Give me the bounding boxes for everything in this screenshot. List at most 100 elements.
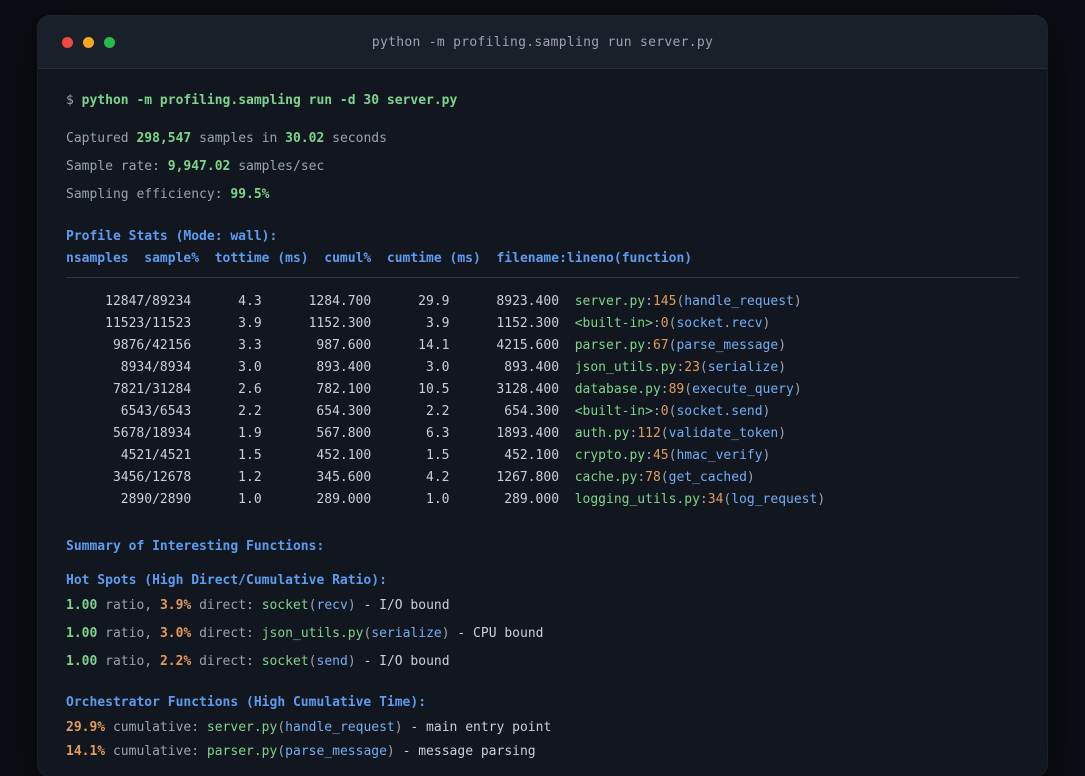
ratio-label: ratio, bbox=[97, 598, 160, 613]
open-paren: ( bbox=[277, 744, 286, 759]
colon: : bbox=[652, 316, 661, 331]
tottime-cell: 1152.300 bbox=[308, 316, 372, 331]
tottime-cell: 567.800 bbox=[316, 426, 372, 441]
direct-label: direct: bbox=[191, 626, 262, 641]
location-cell: json_utils.py:23(serialize) bbox=[575, 357, 1019, 379]
table-row: 8934/8934 3.0 893.400 3.0 893.400 json_utils.… bbox=[66, 357, 1019, 379]
table-columns-header: nsamples sample% tottime (ms) cumul% cum… bbox=[66, 251, 693, 266]
table-row: 4521/4521 1.5 452.100 1.5 452.100 crypto.py:4… bbox=[66, 445, 1019, 467]
duration-value: 30.02 bbox=[285, 131, 325, 146]
sample-pct-cell: 2.6 bbox=[238, 382, 262, 397]
colon: : bbox=[645, 448, 653, 463]
close-paren: ) bbox=[762, 316, 771, 331]
sample-pct-cell: 1.5 bbox=[238, 448, 262, 463]
cumul-pct-cell: 3.9 bbox=[426, 316, 450, 331]
sample-pct-cell: 2.2 bbox=[238, 404, 262, 419]
orchestrator-heading: Orchestrator Functions (High Cumulative … bbox=[66, 695, 427, 710]
line-number: 89 bbox=[668, 382, 685, 397]
location-cell: crypto.py:45(hmac_verify) bbox=[575, 445, 1019, 467]
sample-pct-cell: 1.2 bbox=[238, 470, 262, 485]
file-name: auth.py bbox=[574, 426, 630, 441]
location-cell: parser.py:67(parse_message) bbox=[575, 335, 1019, 357]
table-row: 5678/18934 1.9 567.800 6.3 1893.400 auth.py:1… bbox=[66, 423, 1019, 445]
module-name: socket bbox=[261, 598, 309, 613]
location-cell: <built-in>:0(socket.send) bbox=[575, 401, 1019, 423]
location-cell: auth.py:112(validate_token) bbox=[575, 423, 1019, 445]
table-row: 2890/2890 1.0 289.000 1.0 289.000 logging_uti… bbox=[66, 489, 1019, 511]
orchestrator-item: 14.1% cumulative: parser.py(parse_messag… bbox=[66, 741, 1019, 763]
sample-pct-cell: 3.3 bbox=[238, 338, 262, 353]
tottime-cell: 289.000 bbox=[316, 492, 372, 507]
line-number: 67 bbox=[652, 338, 669, 353]
module-name: server.py bbox=[206, 720, 278, 735]
table-row: 11523/11523 3.9 1152.300 3.9 1152.300 <built-… bbox=[66, 313, 1019, 335]
direct-label: direct: bbox=[191, 598, 262, 613]
close-paren: ) bbox=[347, 654, 356, 669]
window-title: python -m profiling.sampling run server.… bbox=[371, 34, 714, 50]
file-name: <built-in> bbox=[574, 316, 653, 331]
bound-note: - CPU bound bbox=[449, 626, 544, 641]
table-row: 7821/31284 2.6 782.100 10.5 3128.400 database… bbox=[66, 379, 1019, 401]
profile-stats-heading: Profile Stats (Mode: wall): bbox=[66, 229, 278, 244]
ratio-label: ratio, bbox=[97, 626, 160, 641]
ratio-value: 1.00 bbox=[66, 626, 98, 641]
cumulative-pct: 14.1% bbox=[66, 744, 106, 759]
captured-label: Captured bbox=[66, 131, 137, 146]
cumtime-cell: 893.400 bbox=[504, 360, 560, 375]
close-paren: ) bbox=[394, 720, 403, 735]
file-name: cache.py bbox=[574, 470, 638, 485]
open-paren: ( bbox=[699, 360, 708, 375]
sample-pct-cell: 4.3 bbox=[238, 294, 262, 309]
function-name: log_request bbox=[731, 492, 818, 507]
module-name: socket bbox=[261, 654, 309, 669]
line-number: 45 bbox=[652, 448, 669, 463]
file-name: database.py bbox=[574, 382, 661, 397]
file-name: server.py bbox=[574, 294, 646, 309]
function-name: get_cached bbox=[668, 470, 747, 485]
nsamples-cell: 5678/18934 bbox=[112, 426, 192, 441]
nsamples-cell: 4521/4521 bbox=[120, 448, 192, 463]
file-name: parser.py bbox=[574, 338, 646, 353]
line-number: 78 bbox=[645, 470, 661, 485]
cumtime-cell: 4215.600 bbox=[496, 338, 560, 353]
file-name: crypto.py bbox=[574, 448, 646, 463]
location-cell: cache.py:78(get_cached) bbox=[575, 467, 1019, 489]
prompt-symbol: $ bbox=[66, 93, 82, 108]
cumtime-cell: 452.100 bbox=[504, 448, 560, 463]
nsamples-cell: 2890/2890 bbox=[120, 492, 192, 507]
efficiency-label: Sampling efficiency: bbox=[66, 187, 231, 202]
role-note: - message parsing bbox=[394, 744, 536, 759]
colon: : bbox=[645, 294, 653, 309]
shell-prompt-line: $ python -m profiling.sampling run -d 30… bbox=[66, 90, 1019, 112]
open-paren: ( bbox=[308, 598, 317, 613]
cumul-pct-cell: 10.5 bbox=[418, 382, 450, 397]
close-paren: ) bbox=[817, 492, 826, 507]
line-number: 112 bbox=[637, 426, 661, 441]
ratio-label: ratio, bbox=[97, 654, 160, 669]
nsamples-cell: 12847/89234 bbox=[105, 294, 192, 309]
tottime-cell: 1284.700 bbox=[308, 294, 372, 309]
tottime-cell: 345.600 bbox=[316, 470, 372, 485]
location-cell: logging_utils.py:34(log_request) bbox=[575, 489, 1019, 511]
bound-note: - I/O bound bbox=[355, 598, 450, 613]
cumulative-pct: 29.9% bbox=[66, 720, 106, 735]
cumul-pct-cell: 29.9 bbox=[418, 294, 450, 309]
nsamples-cell: 7821/31284 bbox=[112, 382, 192, 397]
hot-spots-heading: Hot Spots (High Direct/Cumulative Ratio)… bbox=[66, 573, 387, 588]
direct-pct: 2.2% bbox=[159, 654, 192, 669]
colon: : bbox=[652, 404, 661, 419]
sample-pct-cell: 1.0 bbox=[238, 492, 262, 507]
tottime-cell: 782.100 bbox=[316, 382, 372, 397]
tottime-cell: 987.600 bbox=[316, 338, 372, 353]
tottime-cell: 452.100 bbox=[316, 448, 372, 463]
cumulative-label: cumulative: bbox=[105, 744, 207, 759]
terminal-window: python -m profiling.sampling run server.… bbox=[38, 16, 1047, 776]
nsamples-cell: 3456/12678 bbox=[112, 470, 192, 485]
efficiency-value: 99.5% bbox=[230, 187, 270, 202]
nsamples-cell: 11523/11523 bbox=[105, 316, 192, 331]
cumtime-cell: 1152.300 bbox=[496, 316, 560, 331]
function-name: serialize bbox=[371, 626, 442, 641]
table-divider bbox=[66, 277, 1019, 278]
table-row: 9876/42156 3.3 987.600 14.1 4215.600 parser.p… bbox=[66, 335, 1019, 357]
location-cell: <built-in>:0(socket.recv) bbox=[575, 313, 1019, 335]
